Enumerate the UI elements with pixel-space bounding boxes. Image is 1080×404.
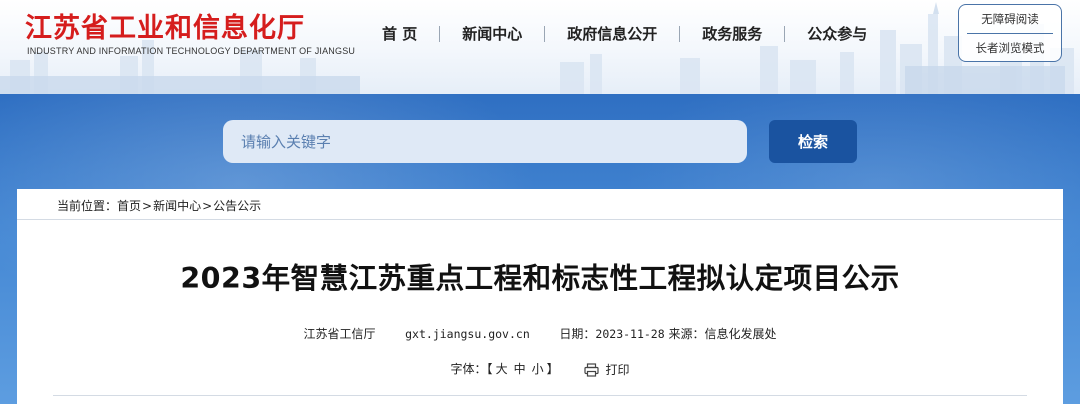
font-size-medium-button[interactable]: 中: [514, 362, 526, 376]
search-input[interactable]: [223, 120, 747, 163]
elder-mode-button[interactable]: 长者浏览模式: [959, 34, 1061, 62]
article-site-url: gxt.jiangsu.gov.cn: [405, 327, 530, 341]
font-size-large-button[interactable]: 大: [496, 362, 508, 376]
article-date: 2023-11-28: [595, 327, 665, 341]
printer-icon: [584, 362, 600, 377]
barrier-free-reading-button[interactable]: 无障碍阅读: [959, 5, 1061, 33]
article-tools: 字体：【大中小】 打印: [17, 360, 1063, 378]
accessibility-panel: 无障碍阅读 长者浏览模式: [958, 4, 1062, 62]
font-size-small-button[interactable]: 小: [532, 362, 544, 376]
breadcrumb-divider: [17, 219, 1063, 220]
nav-item-participation[interactable]: 公众参与: [785, 24, 889, 44]
search-button[interactable]: 检索: [769, 120, 857, 163]
nav-item-gov-info[interactable]: 政府信息公开: [545, 24, 679, 44]
article-panel: 当前位置： 首页 > 新闻中心 > 公告公示 2023年智慧江苏重点工程和标志性…: [17, 189, 1063, 404]
breadcrumb-separator: >: [142, 198, 153, 213]
print-label: 打印: [605, 363, 630, 377]
print-button[interactable]: 打印: [584, 361, 629, 378]
breadcrumb-separator: >: [202, 198, 213, 213]
breadcrumb-prefix: 当前位置：: [57, 199, 118, 213]
font-size-label: 字体：: [450, 362, 487, 376]
site-logo-subtitle: INDUSTRY AND INFORMATION TECHNOLOGY DEPA…: [27, 46, 356, 56]
site-header: 江苏省工业和信息化厅 INDUSTRY AND INFORMATION TECH…: [0, 0, 1080, 94]
article-meta: 江苏省工信厅 gxt.jiangsu.gov.cn 日期：2023-11-28 …: [17, 325, 1063, 342]
article-title: 2023年智慧江苏重点工程和标志性工程拟认定项目公示: [180, 262, 900, 295]
main-nav: 首 页 新闻中心 政府信息公开 政务服务 公众参与: [360, 24, 889, 44]
article-source-org: 江苏省工信厅: [303, 327, 376, 341]
font-size-bracket: 【: [486, 362, 493, 376]
article-origin: 信息化发展处: [704, 327, 777, 341]
nav-item-home[interactable]: 首 页: [360, 24, 439, 44]
site-logo-title[interactable]: 江苏省工业和信息化厅: [25, 6, 305, 45]
article-date-label: 日期：: [559, 327, 596, 341]
breadcrumb-news-link[interactable]: 新闻中心: [153, 197, 201, 214]
breadcrumb-notice-link[interactable]: 公告公示: [213, 197, 261, 214]
nav-item-news[interactable]: 新闻中心: [440, 24, 544, 44]
article-origin-label: 来源：: [668, 327, 705, 341]
content-divider: [53, 395, 1027, 396]
breadcrumb: 当前位置： 首页 > 新闻中心 > 公告公示: [57, 197, 261, 214]
breadcrumb-home-link[interactable]: 首页: [117, 197, 141, 214]
font-size-bracket: 】: [546, 362, 559, 376]
nav-item-services[interactable]: 政务服务: [680, 24, 784, 44]
